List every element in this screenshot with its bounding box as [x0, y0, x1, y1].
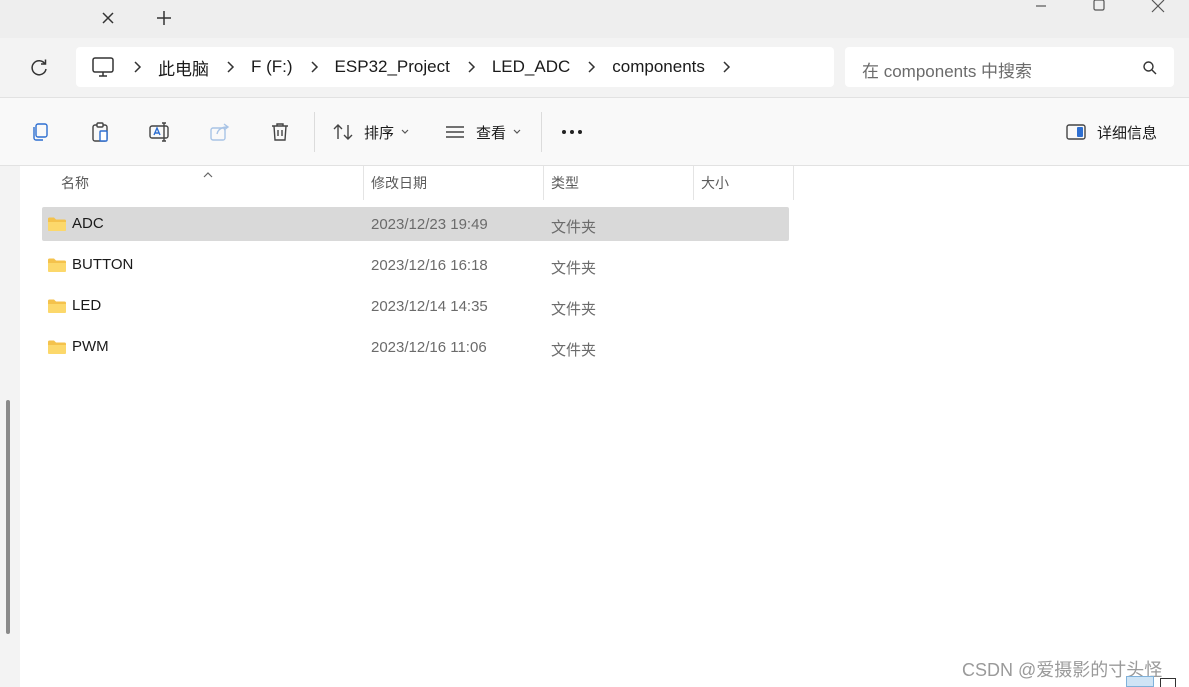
- search-box[interactable]: 在 components 中搜索: [845, 47, 1174, 87]
- delete-icon[interactable]: [268, 120, 292, 144]
- column-divider[interactable]: [793, 166, 794, 200]
- new-tab-icon[interactable]: [152, 6, 176, 30]
- file-row[interactable]: PWM 2023/12/16 11:06 文件夹: [42, 330, 789, 364]
- folder-icon: [48, 217, 66, 231]
- list-view-icon: [446, 126, 464, 138]
- sort-icon: [333, 124, 353, 140]
- file-type: 文件夹: [551, 219, 597, 236]
- column-header-type[interactable]: 类型: [551, 166, 693, 200]
- rename-icon[interactable]: [148, 120, 172, 144]
- toolbar-divider: [541, 112, 542, 152]
- navigation-pane-edge: [0, 166, 20, 687]
- file-name[interactable]: ADC: [72, 215, 104, 232]
- breadcrumb-components[interactable]: components: [612, 57, 705, 77]
- refresh-icon[interactable]: [26, 55, 52, 81]
- column-divider[interactable]: [363, 166, 364, 200]
- view-label: 查看: [476, 124, 507, 142]
- file-type: 文件夹: [551, 301, 597, 318]
- address-row: 此电脑 F (F:) ESP32_Project LED_ADC compone…: [0, 38, 1189, 98]
- file-name[interactable]: LED: [72, 297, 101, 314]
- sort-button[interactable]: 排序: [332, 120, 410, 144]
- file-row[interactable]: LED 2023/12/14 14:35 文件夹: [42, 289, 789, 323]
- chevron-right-icon[interactable]: [464, 60, 478, 74]
- breadcrumb[interactable]: 此电脑 F (F:) ESP32_Project LED_ADC compone…: [76, 47, 834, 87]
- toolbar-divider: [314, 112, 315, 152]
- breadcrumb-led-adc[interactable]: LED_ADC: [492, 57, 570, 77]
- share-icon[interactable]: [208, 120, 232, 144]
- maximize-icon[interactable]: [1079, 0, 1119, 16]
- file-type: 文件夹: [551, 342, 597, 359]
- folder-icon: [48, 258, 66, 272]
- file-type: 文件夹: [551, 260, 597, 277]
- scrollbar-thumb[interactable]: [6, 400, 10, 634]
- paste-icon[interactable]: [88, 120, 112, 144]
- folder-icon: [48, 299, 66, 313]
- column-header-name[interactable]: 名称: [61, 166, 363, 200]
- search-icon[interactable]: [1142, 60, 1158, 76]
- file-date: 2023/12/14 14:35: [371, 298, 488, 315]
- column-divider[interactable]: [693, 166, 694, 200]
- computer-icon[interactable]: [90, 54, 116, 80]
- chevron-right-icon[interactable]: [584, 60, 598, 74]
- details-pane-button[interactable]: 详细信息: [1065, 120, 1157, 144]
- folder-icon: [48, 340, 66, 354]
- file-row[interactable]: BUTTON 2023/12/16 16:18 文件夹: [42, 248, 789, 282]
- close-tab-icon[interactable]: [96, 6, 120, 30]
- details-label: 详细信息: [1097, 124, 1158, 142]
- chevron-right-icon[interactable]: [130, 60, 144, 74]
- details-view-toggle[interactable]: [1126, 676, 1154, 687]
- column-header-size[interactable]: 大小: [701, 166, 793, 200]
- command-bar: 排序 查看 详细信息: [0, 98, 1189, 166]
- chevron-right-icon[interactable]: [719, 60, 733, 74]
- column-header-date[interactable]: 修改日期: [371, 166, 543, 200]
- sort-label: 排序: [364, 124, 395, 142]
- file-name[interactable]: PWM: [72, 338, 109, 355]
- view-button[interactable]: 查看: [444, 120, 522, 144]
- title-bar: [0, 0, 1189, 38]
- file-row[interactable]: ADC 2023/12/23 19:49 文件夹: [42, 207, 789, 241]
- search-input[interactable]: 在 components 中搜索: [862, 57, 1032, 82]
- breadcrumb-drive[interactable]: F (F:): [251, 57, 293, 77]
- more-icon[interactable]: [558, 120, 586, 144]
- file-date: 2023/12/23 19:49: [371, 216, 488, 233]
- minimize-icon[interactable]: [1021, 0, 1061, 16]
- breadcrumb-this-pc[interactable]: 此电脑: [158, 55, 209, 80]
- breadcrumb-project[interactable]: ESP32_Project: [335, 57, 450, 77]
- file-name[interactable]: BUTTON: [72, 256, 133, 273]
- details-pane-icon: [1066, 124, 1086, 140]
- chevron-right-icon[interactable]: [307, 60, 321, 74]
- window-close-icon[interactable]: [1138, 0, 1178, 16]
- file-date: 2023/12/16 16:18: [371, 257, 488, 274]
- chevron-right-icon[interactable]: [223, 60, 237, 74]
- tiles-view-toggle[interactable]: [1160, 678, 1176, 687]
- copy-icon[interactable]: [28, 120, 52, 144]
- file-list: 名称 修改日期 类型 大小 ADC 2023/12/23 19:49 文件夹 B…: [20, 166, 1189, 687]
- column-divider[interactable]: [543, 166, 544, 200]
- chevron-down-icon: [401, 129, 409, 134]
- file-date: 2023/12/16 11:06: [371, 339, 487, 356]
- chevron-down-icon: [513, 129, 521, 134]
